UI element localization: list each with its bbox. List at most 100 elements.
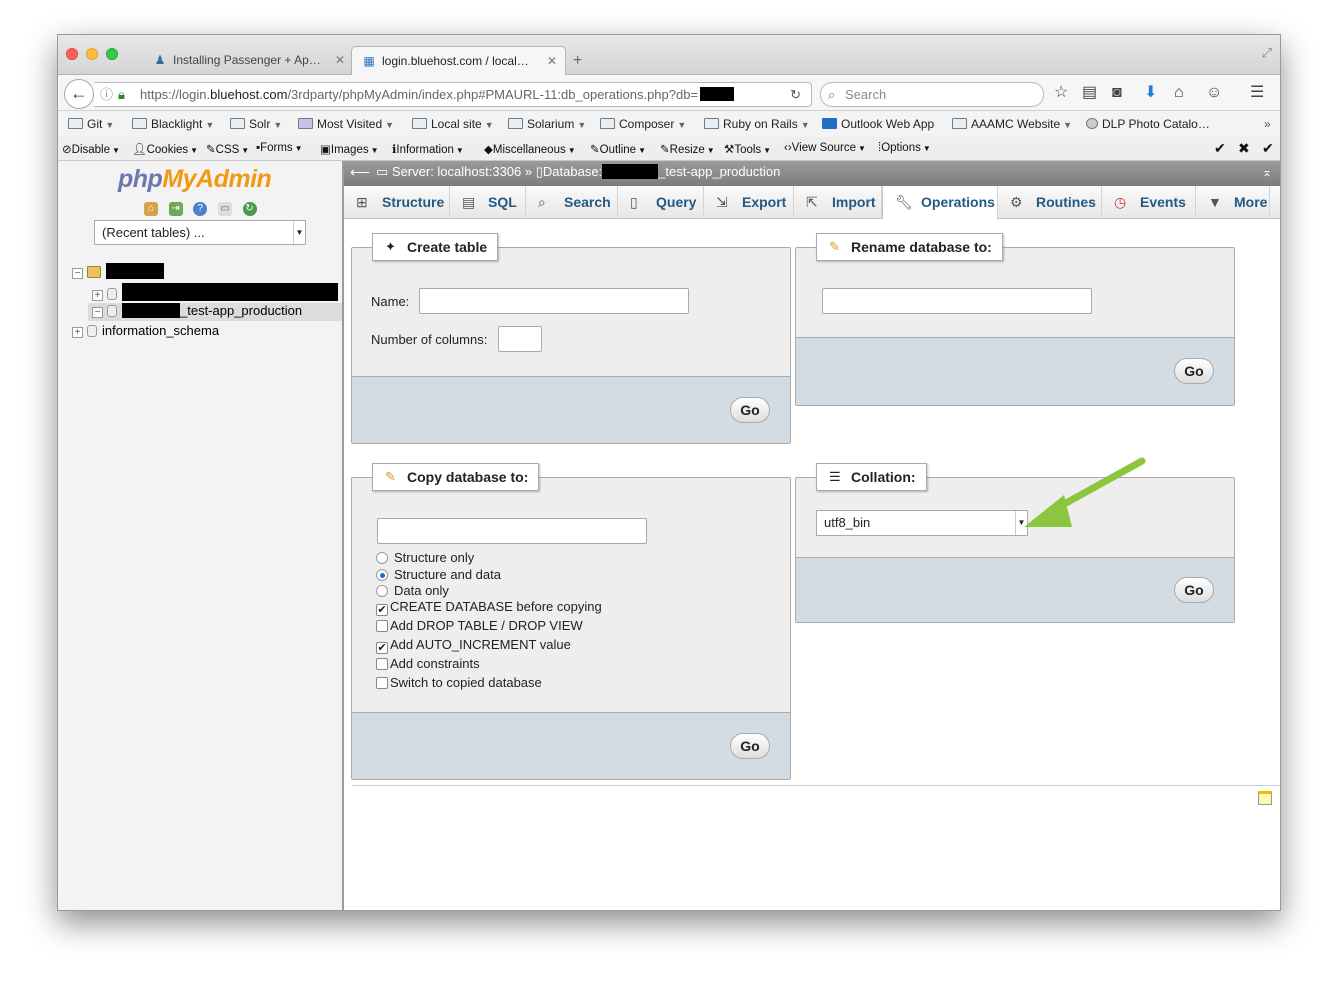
tree-node-information-schema[interactable]: + information_schema [72,323,219,338]
reload-icon[interactable]: ↻ [242,202,257,216]
devbar-resize[interactable]: ✎Resize ▼ [660,142,715,156]
checkbox[interactable] [376,620,388,632]
rename-database-go-button[interactable]: Go [1174,358,1214,384]
info-icon[interactable]: ⓘ [100,83,113,106]
check-icon[interactable]: ✔ [1262,140,1274,157]
check-add-constraints[interactable]: Add constraints [376,656,480,671]
close-tab-icon[interactable]: ✕ [335,46,345,74]
bookmark-link[interactable]: Outlook Web App [822,117,934,131]
tab-export[interactable]: ⇲ Export [704,186,794,219]
tab-routines[interactable]: ⚙ Routines [998,186,1102,219]
devbar-disable[interactable]: ⊘Disable ▼ [62,142,120,156]
new-tab-icon[interactable]: + [573,52,582,70]
bookmark-folder[interactable]: Git ▼ [68,117,114,131]
radio-button[interactable] [376,552,388,564]
bookmark-folder[interactable]: AAAMC Website ▼ [952,117,1072,131]
bookmark-folder[interactable]: Solarium ▼ [508,117,586,131]
devbar-forms[interactable]: ▪Forms ▼ [256,142,303,154]
collapse-icon[interactable]: − [92,307,103,318]
bookmark-folder[interactable]: Blacklight ▼ [132,117,214,131]
devbar-cookies[interactable]: 👤︎Cookies ▼ [132,142,198,156]
docs-icon[interactable]: ▭ [217,202,232,216]
radio-structure-and-data[interactable]: Structure and data [376,567,501,582]
breadcrumb-database[interactable]: Database: [543,164,602,179]
console-icon[interactable] [1258,791,1272,805]
minimize-window-button[interactable] [86,48,98,60]
devbar-outline[interactable]: ✎Outline ▼ [590,142,646,156]
database-name[interactable]: information_schema [102,323,219,338]
browser-tab-phpmyadmin[interactable]: ▦ login.bluehost.com / local… ✕ [351,46,566,76]
radio-button[interactable] [376,569,388,581]
zoom-window-button[interactable] [106,48,118,60]
close-window-button[interactable] [66,48,78,60]
database-name[interactable]: _test-app_production [180,303,302,318]
search-input[interactable]: ⌕ Search [820,82,1044,107]
devbar-information[interactable]: ℹInformation ▼ [392,142,464,156]
expand-icon[interactable]: + [92,290,103,301]
menu-icon[interactable]: ☰ [1250,85,1264,101]
check-switch-database[interactable]: Switch to copied database [376,675,542,690]
check-auto-increment[interactable]: ✔ Add AUTO_INCREMENT value [376,637,571,654]
tree-node-root[interactable]: − [72,263,164,279]
recent-tables-select[interactable]: (Recent tables) ... ▼ [94,220,306,245]
tab-operations[interactable]: 🔧︎ Operations [882,186,998,220]
tab-search[interactable]: ⌕ Search [526,186,618,219]
table-name-input[interactable] [419,288,689,314]
star-icon[interactable]: ☆ [1054,85,1068,101]
home-icon[interactable]: ⌂ [144,202,158,216]
checkbox[interactable] [376,677,388,689]
devbar-tools[interactable]: ⚒Tools ▼ [724,142,771,156]
phpmyadmin-logo[interactable]: phpMyAdmin [118,165,272,194]
create-table-go-button[interactable]: Go [730,397,770,423]
check-add-drop-table[interactable]: Add DROP TABLE / DROP VIEW [376,618,583,633]
devbar-options[interactable]: ⁞Options ▼ [878,142,931,154]
tab-more[interactable]: ▼ More [1196,186,1270,219]
expand-icon[interactable]: + [72,327,83,338]
checkbox[interactable] [376,658,388,670]
devbar-css[interactable]: ✎CSS ▼ [206,142,249,156]
tree-node-db[interactable]: + [92,283,338,301]
fullscreen-icon[interactable]: ⤢ [1262,45,1272,61]
arrow-left-icon[interactable]: ⟵ [350,161,370,183]
radio-data-only[interactable]: Data only [376,583,449,598]
bookmark-folder[interactable]: Ruby on Rails ▼ [704,117,810,131]
collation-go-button[interactable]: Go [1174,577,1214,603]
pocket-icon[interactable]: ◙ [1112,85,1122,101]
tab-import[interactable]: ⇱ Import [794,186,882,219]
breadcrumb-server[interactable]: Server: localhost:3306 [392,164,521,179]
logout-icon[interactable]: ⇥ [168,202,183,216]
download-icon[interactable]: ⬇ [1144,85,1157,101]
reading-list-icon[interactable]: ▤ [1082,85,1097,101]
checkbox[interactable]: ✔ [376,604,388,616]
columns-input[interactable] [498,326,542,352]
check-icon[interactable]: ✔ [1214,140,1226,157]
back-button[interactable]: ← [64,79,94,109]
check-create-database[interactable]: ✔ CREATE DATABASE before copying [376,599,602,616]
copy-database-go-button[interactable]: Go [730,733,770,759]
tab-query[interactable]: ▯ Query [618,186,704,219]
help-icon[interactable]: ? [193,202,208,216]
rename-database-input[interactable] [822,288,1092,314]
reload-icon[interactable]: ↻ [790,83,801,106]
url-bar[interactable]: ⓘ 🔒︎ https://login.bluehost.com/3rdparty… [94,82,812,107]
radio-button[interactable] [376,585,388,597]
chat-icon[interactable]: ☺ [1206,85,1222,101]
collapse-top-icon[interactable]: ⌅ [1262,161,1272,183]
tab-structure[interactable]: ⊞ Structure [344,186,450,219]
tab-events[interactable]: ◷ Events [1102,186,1196,219]
checkbox[interactable]: ✔ [376,642,388,654]
tab-sql[interactable]: ▤ SQL [450,186,526,219]
tree-node-db-selected[interactable]: − _test-app_production [88,303,342,321]
devbar-view-source[interactable]: ‹›View Source ▼ [784,142,866,154]
bookmark-folder[interactable]: Solr ▼ [230,117,282,131]
home-icon[interactable]: ⌂ [1174,85,1184,101]
bookmark-folder[interactable]: Composer ▼ [600,117,686,131]
devbar-miscellaneous[interactable]: ◆Miscellaneous ▼ [484,142,576,156]
more-bookmarks-icon[interactable]: » [1264,117,1271,131]
bookmark-link[interactable]: DLP Photo Catalo… [1086,117,1210,131]
close-icon[interactable]: ✖ [1238,140,1250,157]
close-tab-icon[interactable]: ✕ [547,47,557,75]
collapse-icon[interactable]: − [72,268,83,279]
devbar-images[interactable]: ▣Images ▼ [320,142,379,156]
radio-structure-only[interactable]: Structure only [376,550,474,565]
